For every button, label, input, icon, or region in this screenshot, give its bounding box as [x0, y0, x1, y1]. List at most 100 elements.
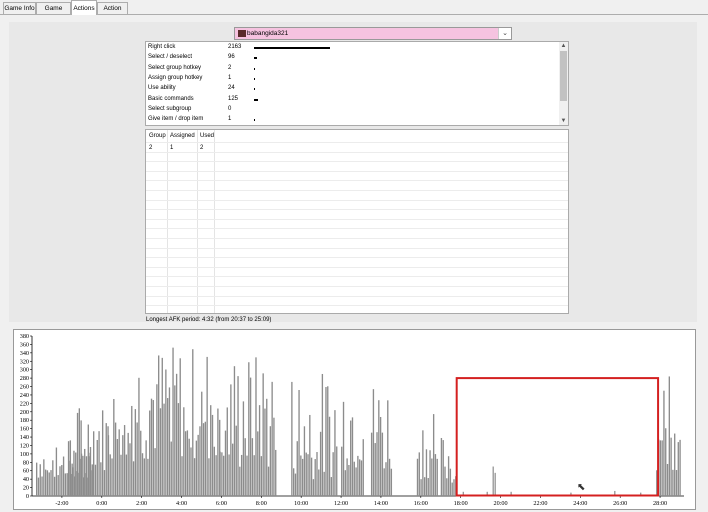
- chart-bar: [43, 459, 45, 496]
- chart-bar: [422, 430, 424, 496]
- chart-bar: [303, 426, 306, 496]
- chart-bar: [257, 431, 259, 496]
- x-tick-label: 14:00: [374, 500, 388, 507]
- chart-bar: [663, 390, 665, 496]
- row-divider: [146, 161, 568, 163]
- chart-bar: [353, 461, 355, 496]
- scroll-up-icon[interactable]: ▲: [559, 42, 568, 50]
- chart-bar: [138, 377, 140, 496]
- chart-bar: [161, 357, 163, 496]
- chart-bar: [318, 469, 320, 496]
- stat-label: Right click: [148, 44, 176, 50]
- x-tick-label: 28:00: [653, 500, 667, 507]
- column-header-group[interactable]: Group: [149, 133, 166, 139]
- x-tick-label: 26:00: [613, 500, 627, 507]
- player-select[interactable]: babangida321 ⌄: [234, 27, 512, 40]
- y-tick-label: 220: [20, 400, 29, 407]
- chart-bar: [120, 454, 122, 496]
- chart-bar: [226, 407, 228, 496]
- x-tick-label: 6:00: [216, 500, 227, 507]
- y-tick-label: 240: [20, 392, 29, 399]
- chart-bar: [372, 389, 375, 496]
- chart-bar: [309, 414, 311, 496]
- stat-value: 24: [228, 85, 235, 92]
- chart-bar: [84, 448, 86, 496]
- chart-bar: [677, 442, 679, 496]
- chart-bar: [55, 447, 58, 496]
- chart-bar: [659, 440, 662, 496]
- stat-value: 0: [228, 105, 232, 112]
- tab-actions[interactable]: Actions: [71, 0, 97, 15]
- chart-bar: [444, 466, 446, 496]
- y-tick-label: 360: [20, 341, 29, 348]
- y-tick-label: 20: [23, 485, 29, 492]
- chart-bar: [235, 425, 237, 496]
- chart-bar: [123, 425, 126, 496]
- chart-bar: [109, 454, 111, 496]
- chart-bar: [237, 376, 239, 496]
- chart-bar: [141, 453, 144, 496]
- chart-bar: [248, 362, 250, 496]
- chart-bar: [150, 398, 153, 496]
- stats-scrollbar[interactable]: ▲ ▼: [559, 42, 568, 125]
- chart-bar: [242, 401, 245, 496]
- chart-bar: [334, 410, 336, 496]
- row-divider: [146, 218, 568, 220]
- x-tick-label: 24:00: [573, 500, 587, 507]
- chart-bar: [346, 458, 348, 496]
- chart-bar: [170, 441, 172, 496]
- chart-bar: [296, 441, 298, 496]
- row-divider: [146, 142, 568, 143]
- chevron-down-icon[interactable]: ⌄: [498, 28, 511, 39]
- tab-game-chat[interactable]: Game Chat: [36, 2, 71, 24]
- chart-bar: [76, 412, 79, 496]
- chart-bar: [240, 454, 243, 496]
- chart-bar: [442, 440, 444, 496]
- stat-label: Assign group hotkey: [148, 74, 203, 81]
- column-header-used[interactable]: Used: [200, 133, 214, 139]
- chart-bar: [41, 476, 43, 496]
- chart-bar: [100, 462, 102, 496]
- chart-bar: [310, 457, 313, 496]
- chart-bar: [223, 455, 225, 496]
- chart-bar: [357, 455, 359, 496]
- stat-row: Select subgroup 0: [146, 105, 556, 115]
- chart-bar: [184, 431, 187, 496]
- column-header-assigned[interactable]: Assigned: [170, 133, 195, 139]
- x-tick-label: 4:00: [176, 500, 187, 507]
- chart-bar: [255, 357, 257, 496]
- chart-bar: [679, 439, 681, 496]
- chart-bar: [87, 424, 89, 496]
- tab-game-info[interactable]: Game Info: [3, 2, 36, 14]
- y-tick-label: 140: [20, 434, 29, 441]
- scroll-down-icon[interactable]: ▼: [559, 117, 568, 125]
- stat-row: Assign group hotkey 1: [146, 74, 556, 84]
- y-tick-label: 180: [20, 417, 29, 424]
- chart-bar: [674, 433, 676, 496]
- chart-bar: [260, 456, 263, 496]
- chart-bar: [82, 455, 84, 496]
- chart-bar: [379, 416, 382, 496]
- chart-bar: [217, 408, 219, 496]
- y-tick-label: 200: [20, 409, 29, 416]
- action-stats-list[interactable]: Right click 2163 Select / deselect 96 Select…: [145, 41, 569, 126]
- tab-action-log[interactable]: Action Log: [97, 2, 128, 24]
- stat-label: Use ability: [148, 85, 176, 92]
- stat-label: Give item / drop item: [148, 116, 204, 123]
- chart-bar: [440, 437, 443, 496]
- stat-label: Basic commands: [148, 95, 194, 102]
- chart-bar: [312, 479, 315, 496]
- group-hotkey-table[interactable]: Group Assigned Used 2 1 2: [145, 129, 569, 314]
- x-tick-label: 22:00: [533, 500, 547, 507]
- scroll-thumb[interactable]: [560, 51, 567, 101]
- chart-bar: [166, 398, 169, 496]
- chart-bar: [233, 366, 236, 496]
- chart-bar: [89, 452, 91, 496]
- chart-bar: [453, 479, 455, 496]
- chart-bar: [64, 473, 67, 496]
- chart-bar: [39, 464, 41, 496]
- chart-bar: [114, 422, 117, 496]
- chart-bar: [85, 456, 88, 496]
- chart-bar: [177, 403, 180, 496]
- chart-bar: [231, 443, 234, 496]
